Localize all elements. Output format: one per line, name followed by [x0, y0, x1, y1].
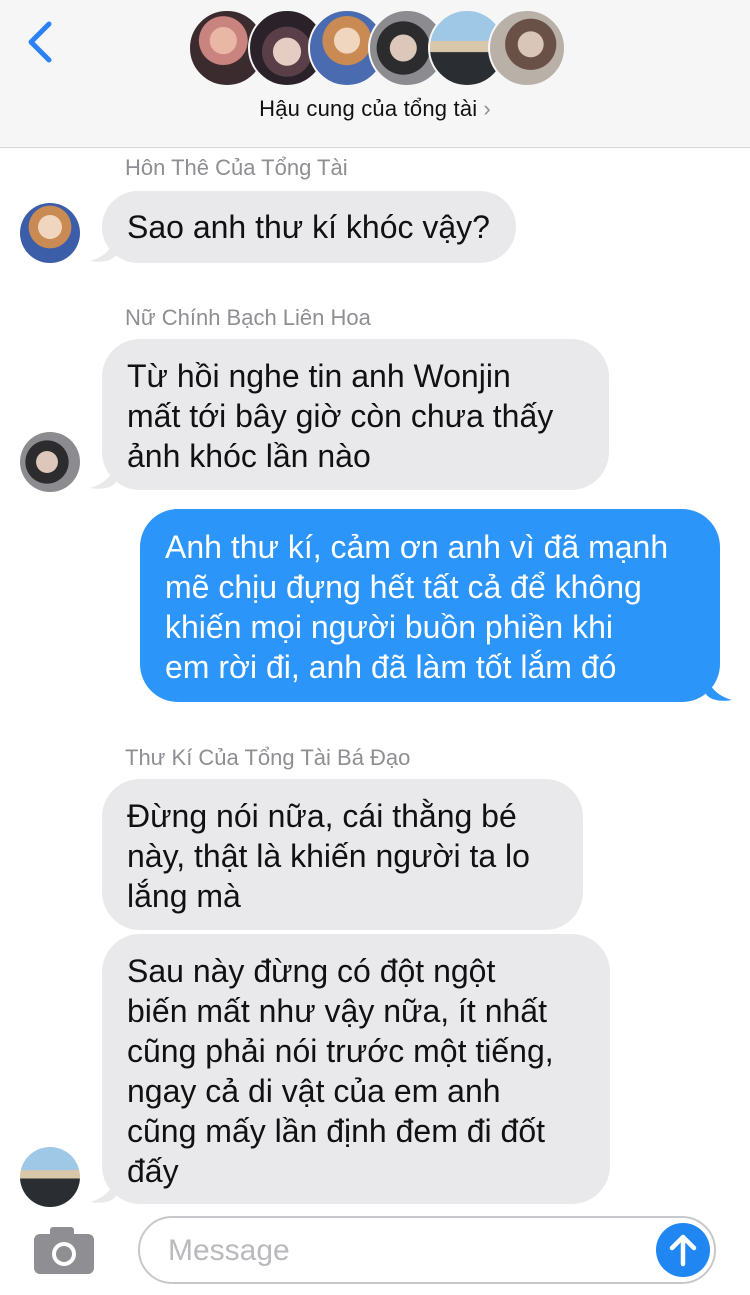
message-line: cũng phải nói trước một tiếng,	[127, 1033, 554, 1069]
message-bubble[interactable]: Đừng nói nữa, cái thằng bé này, thật là …	[102, 779, 583, 930]
message-line: lắng mà	[127, 878, 241, 914]
sender-name: Thư Kí Của Tổng Tài Bá Đạo	[125, 745, 411, 770]
bubble-tail	[706, 676, 732, 701]
sender-name: Hôn Thê Của Tổng Tài	[125, 155, 348, 180]
message-bubble[interactable]: Từ hồi nghe tin anh Wonjin mất tới bây g…	[102, 339, 609, 490]
chevron-right-icon: ›	[483, 96, 491, 121]
bubble-tail	[90, 237, 116, 262]
message-line: mất tới bây giờ còn chưa thấy	[127, 398, 554, 434]
message-line: Đừng nói nữa, cái thằng bé	[127, 798, 517, 834]
avatar	[20, 1147, 80, 1207]
message-input[interactable]	[166, 1228, 650, 1274]
avatar	[488, 9, 566, 87]
message-line: cũng mấy lần định đem đi đốt	[127, 1113, 546, 1149]
arrow-up-icon	[669, 1234, 697, 1267]
send-button[interactable]	[656, 1223, 710, 1277]
chevron-left-icon	[28, 21, 52, 63]
message-line: Từ hồi nghe tin anh Wonjin	[127, 358, 511, 394]
message-line: ảnh khóc lần nào	[127, 438, 371, 474]
message-line: khiến mọi người buồn phiền khi	[165, 609, 614, 645]
message-line: em rời đi, anh đã làm tốt lắm đó	[165, 649, 617, 685]
conversation-header: Hậu cung của tổng tài ›	[0, 0, 750, 148]
message-bubble[interactable]: Sao anh thư kí khóc vậy?	[102, 191, 516, 263]
message-text: Sao anh thư kí khóc vậy?	[127, 209, 490, 245]
group-title-text: Hậu cung của tổng tài	[259, 96, 478, 121]
camera-icon	[34, 1227, 94, 1274]
camera-button[interactable]	[32, 1224, 96, 1276]
message-bubble-outgoing[interactable]: Anh thư kí, cảm ơn anh vì đã mạnh mẽ chị…	[140, 509, 720, 702]
message-composer	[0, 1210, 750, 1295]
back-button[interactable]	[16, 16, 64, 68]
message-line: Anh thư kí, cảm ơn anh vì đã mạnh	[165, 529, 669, 565]
bubble-tail	[90, 464, 116, 489]
sender-name: Nữ Chính Bạch Liên Hoa	[125, 305, 371, 330]
message-line: ngay cả di vật của em anh	[127, 1073, 501, 1109]
avatar	[20, 432, 80, 492]
message-line: Sau này đừng có đột ngột	[127, 953, 496, 989]
message-line: mẽ chịu đựng hết tất cả để không	[165, 569, 642, 605]
message-line: biến mất như vậy nữa, ít nhất	[127, 993, 547, 1029]
message-input-wrapper	[138, 1216, 716, 1284]
group-title[interactable]: Hậu cung của tổng tài ›	[0, 96, 750, 122]
avatar	[20, 203, 80, 263]
group-avatars[interactable]	[188, 9, 568, 89]
message-line: này, thật là khiến người ta lo	[127, 838, 530, 874]
message-line: đấy	[127, 1153, 179, 1189]
message-bubble[interactable]: Sau này đừng có đột ngột biến mất như vậ…	[102, 934, 610, 1204]
bubble-tail	[90, 1178, 116, 1203]
